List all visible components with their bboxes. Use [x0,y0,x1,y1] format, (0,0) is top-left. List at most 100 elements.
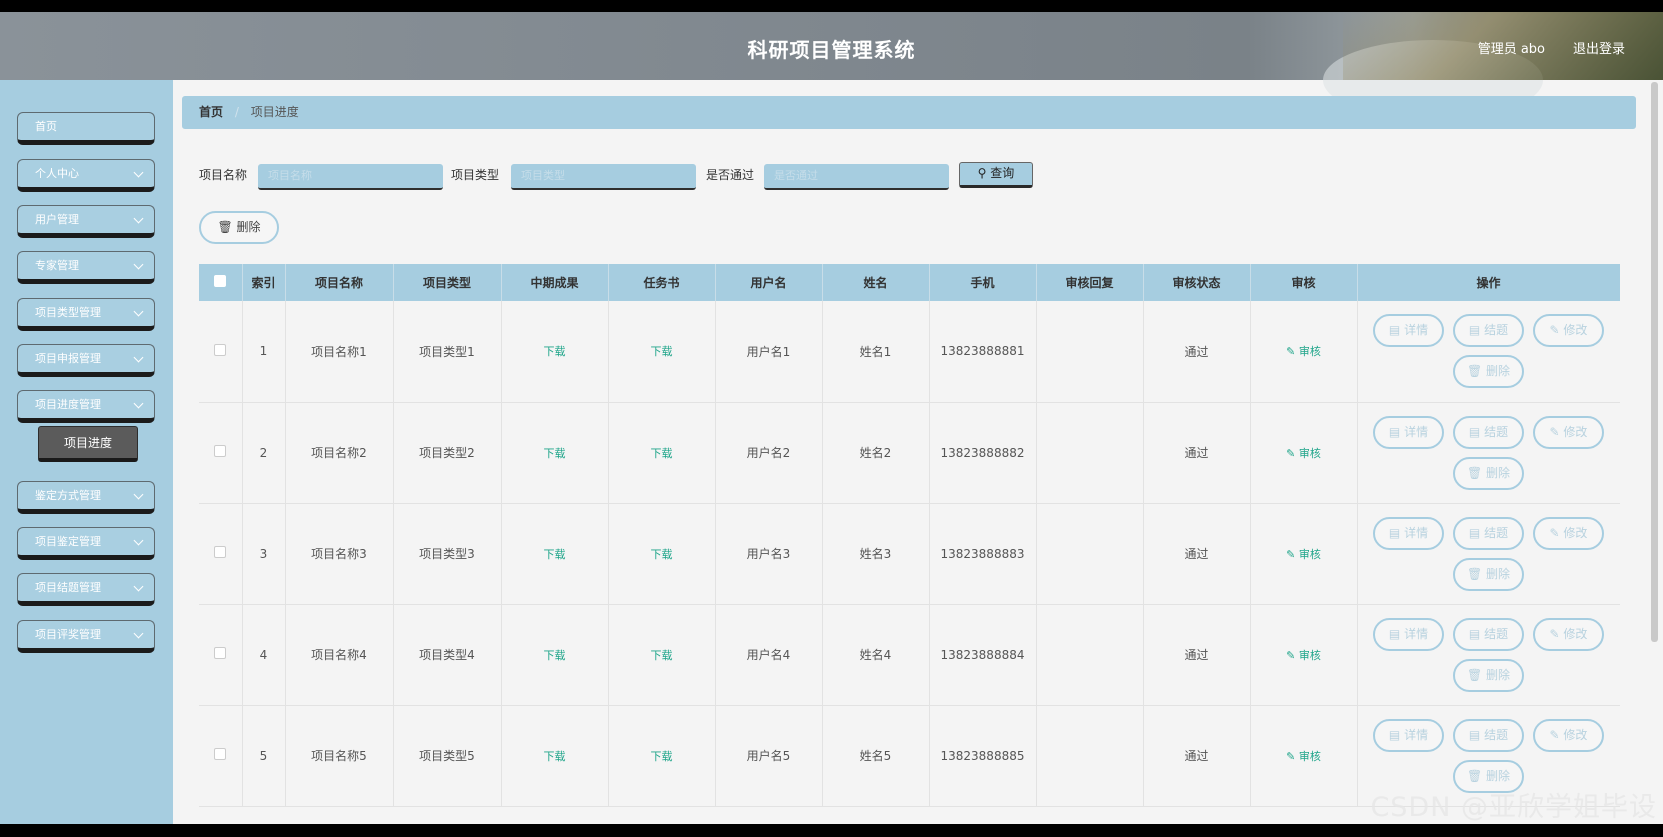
detail-button[interactable]: ▤ 详情 [1373,415,1444,449]
detail-button[interactable]: ▤ 详情 [1373,617,1444,651]
detail-label: 详情 [1404,525,1429,540]
sidebar-subitem-progress[interactable]: 项目进度 [38,426,138,462]
real-name: 姓名5 [859,749,892,763]
finish-button[interactable]: ▤ 结题 [1453,415,1524,449]
column-header: 姓名 [822,264,930,301]
sidebar-item-7[interactable]: 鉴定方式管理 [17,481,155,514]
midterm-download-link[interactable]: 下载 [544,649,566,662]
finish-button[interactable]: ▤ 结题 [1453,617,1524,651]
edit-button[interactable]: ✎ 修改 [1533,617,1604,651]
row-checkbox[interactable] [214,546,227,558]
project-type: 项目类型2 [419,446,475,460]
real-name: 姓名4 [859,648,892,662]
header: 科研项目管理系统 管理员 abo 退出登录 [0,12,1663,120]
midterm-download-link[interactable]: 下载 [544,750,566,763]
finish-label: 结题 [1484,727,1509,742]
chevron-down-icon [133,489,144,500]
delete-label: 删除 [1486,667,1511,682]
delete-button[interactable]: 🗑 删除 [1453,355,1524,389]
sidebar-item-9[interactable]: 项目结题管理 [17,573,155,606]
delete-button[interactable]: 🗑 删除 [1453,456,1524,490]
sidebar-item-4[interactable]: 项目类型管理 [17,298,155,331]
audit-button[interactable]: ✎ 审核 [1286,649,1321,662]
search-icon: ⚲ [977,166,987,180]
sidebar-item-0[interactable]: 首页 [17,112,155,145]
breadcrumb-separator: / [234,105,239,119]
edit-icon: ✎ [1286,648,1299,662]
document-icon: ▤ [1388,525,1405,540]
sidebar-item-label: 项目申报管理 [35,352,101,365]
pass-status-input[interactable] [764,164,949,190]
task-book-download-link[interactable]: 下载 [651,649,673,662]
sidebar-item-6[interactable]: 项目进度管理 [17,390,155,423]
breadcrumb-home[interactable]: 首页 [199,105,223,119]
sidebar-item-label: 项目类型管理 [35,306,101,319]
edit-icon: ✎ [1286,345,1299,359]
detail-button[interactable]: ▤ 详情 [1373,718,1444,752]
midterm-download-link[interactable]: 下载 [544,345,566,358]
logout-link[interactable]: 退出登录 [1573,38,1625,57]
detail-button[interactable]: ▤ 详情 [1373,314,1444,348]
chevron-down-icon [133,306,144,317]
audit-label: 审核 [1298,547,1321,561]
column-header: 手机 [929,264,1037,301]
row-checkbox[interactable] [214,343,227,356]
sidebar-item-label: 项目鉴定管理 [35,535,101,548]
audit-status: 通过 [1184,446,1209,460]
delete-button[interactable]: 🗑 删除 [1453,658,1524,692]
sidebar-item-2[interactable]: 用户管理 [17,205,155,238]
table-header-row: 索引 项目名称 项目类型 中期成果 任务书 用户名 姓名 手机 审核回复 审核状态 审核 操作 [199,264,1620,301]
sidebar-item-1[interactable]: 个人中心 [17,159,155,192]
edit-button[interactable]: ✎ 修改 [1533,718,1604,752]
edit-label: 修改 [1563,424,1588,439]
sidebar-item-10[interactable]: 项目评奖管理 [17,620,155,653]
audit-button[interactable]: ✎ 审核 [1286,548,1321,561]
finish-button[interactable]: ▤ 结题 [1453,718,1524,752]
delete-button[interactable]: 🗑 删除 [1453,557,1524,591]
batch-delete-button[interactable]: 🗑 删除 [199,211,279,244]
column-header: 项目名称 [285,264,394,301]
sidebar-item-3[interactable]: 专家管理 [17,251,155,284]
project-name-input[interactable] [258,164,443,190]
table-row: 2 项目名称2 项目类型2 下载 下载 用户名2 姓名2 13823888882 通过 ✎ 审核 ▤… [199,402,1620,504]
query-button[interactable]: ⚲ 查询 [959,162,1033,188]
phone: 13823888882 [940,445,1025,460]
sidebar-item-5[interactable]: 项目申报管理 [17,344,155,377]
audit-status: 通过 [1184,749,1209,763]
task-book-download-link[interactable]: 下载 [651,750,673,763]
app-window: 科研项目管理系统 管理员 abo 退出登录 首页个人中心用户管理专家管理项目类型… [0,12,1663,824]
edit-button[interactable]: ✎ 修改 [1533,415,1604,449]
breadcrumb: 首页 / 项目进度 [182,96,1636,129]
row-checkbox[interactable] [214,748,227,760]
project-type-input[interactable] [511,164,696,190]
audit-status: 通过 [1184,344,1209,359]
sidebar-item-label: 项目评奖管理 [35,628,101,641]
row-checkbox[interactable] [214,445,227,457]
column-header: 用户名 [715,264,823,301]
finish-button[interactable]: ▤ 结题 [1453,314,1524,348]
scrollbar[interactable] [1651,82,1658,642]
task-book-download-link[interactable]: 下载 [651,548,673,561]
delete-label: 删除 [1486,566,1511,581]
detail-button[interactable]: ▤ 详情 [1373,516,1444,550]
real-name: 姓名3 [859,547,892,561]
finish-label: 结题 [1484,525,1509,540]
task-book-download-link[interactable]: 下载 [651,345,673,358]
row-checkbox[interactable] [214,647,227,659]
task-book-download-link[interactable]: 下载 [651,447,673,460]
trash-icon: 🗑 [1466,566,1487,581]
select-all-checkbox[interactable] [199,264,243,301]
edit-button[interactable]: ✎ 修改 [1533,314,1604,348]
detail-label: 详情 [1404,424,1429,439]
finish-button[interactable]: ▤ 结题 [1453,516,1524,550]
midterm-download-link[interactable]: 下载 [544,447,566,460]
audit-button[interactable]: ✎ 审核 [1286,750,1321,763]
midterm-download-link[interactable]: 下载 [544,548,566,561]
audit-status: 通过 [1184,648,1209,662]
trash-icon: 🗑 [1466,364,1487,379]
audit-button[interactable]: ✎ 审核 [1286,345,1321,358]
sidebar-item-8[interactable]: 项目鉴定管理 [17,527,155,560]
edit-button[interactable]: ✎ 修改 [1533,516,1604,550]
audit-button[interactable]: ✎ 审核 [1286,447,1321,460]
edit-icon: ✎ [1286,446,1299,460]
